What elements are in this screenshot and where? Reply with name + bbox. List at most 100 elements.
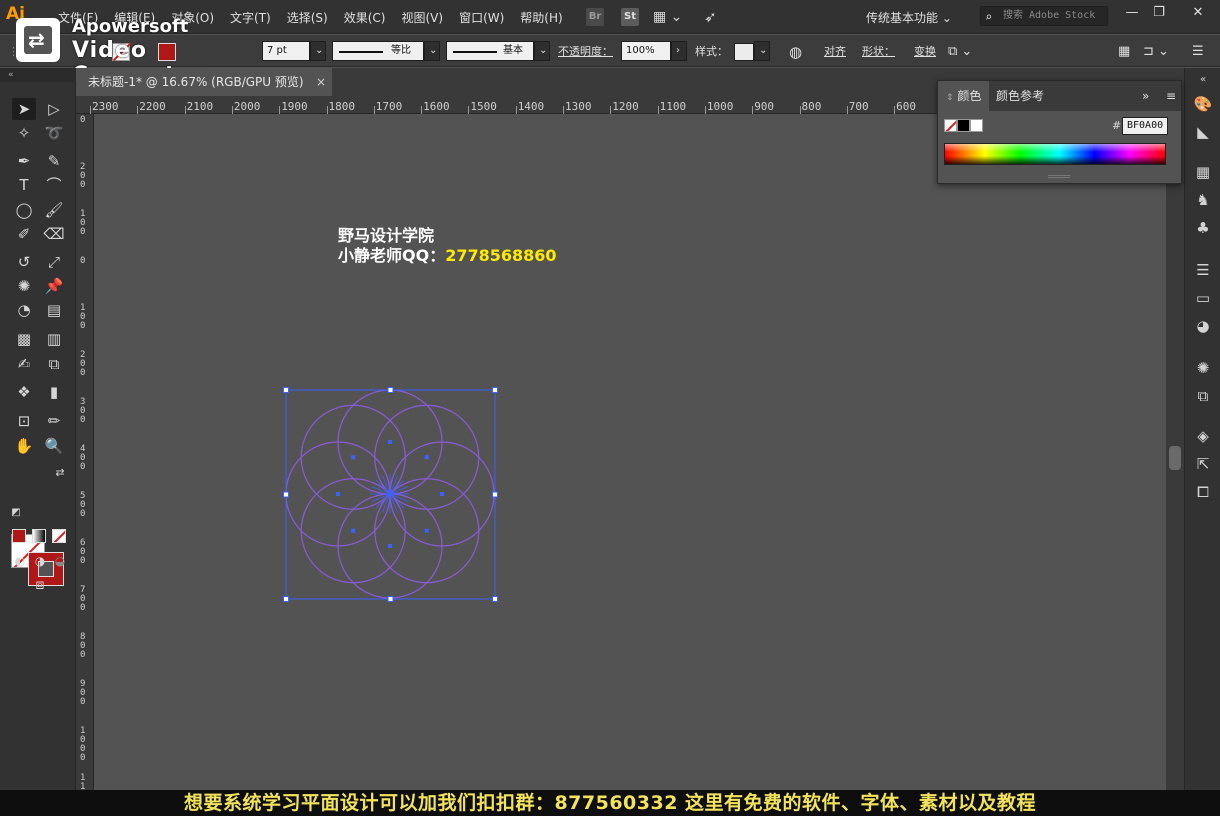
puppet-warp-tool-icon[interactable]: 📌 [42, 275, 66, 297]
minimize-button[interactable]: — [1118, 4, 1146, 22]
resize-handle[interactable] [492, 491, 498, 498]
stock-button[interactable]: St [621, 6, 639, 28]
align-button[interactable]: 对齐 [824, 42, 846, 62]
artboard-tool-icon[interactable]: ⊡ [12, 410, 36, 432]
panel-resize-grip-icon[interactable] [1048, 175, 1070, 178]
draw-inside-icon[interactable]: ◒ [48, 550, 72, 572]
gradient-mode-button[interactable] [32, 529, 46, 543]
eraser-tool-icon[interactable]: ⌫ [42, 223, 66, 245]
canvas[interactable] [94, 114, 1166, 790]
screen-mode-icon[interactable]: ⧈ [28, 574, 52, 596]
appearance-panel-icon[interactable]: ✺ [1193, 358, 1213, 378]
expand-panels-icon[interactable]: « [1193, 70, 1213, 90]
blend-tool-icon[interactable]: ⧉ [42, 353, 66, 375]
panel-options-icon[interactable]: ≡ [1158, 81, 1184, 111]
pen-tool-icon[interactable]: ✒ [12, 150, 36, 172]
recolor-artwork-icon[interactable]: ◍ [789, 42, 802, 62]
none-swatch[interactable] [944, 119, 957, 132]
gradient-tool-icon[interactable]: ▥ [42, 328, 66, 350]
brush-definition[interactable]: 基本 [446, 41, 534, 61]
resize-handle[interactable] [387, 596, 394, 602]
shaper-tool-icon[interactable]: ✐ [12, 223, 36, 245]
opacity-field[interactable]: 100% [621, 41, 671, 61]
rotate-tool-icon[interactable]: ↺ [12, 251, 36, 273]
graphic-style-swatch[interactable] [734, 43, 754, 61]
hand-tool-icon[interactable]: ✋ [12, 435, 36, 457]
magic-wand-tool-icon[interactable]: ✧ [12, 122, 36, 144]
tab-color[interactable]: ⇕ 颜色 [938, 81, 990, 111]
warp-tool-icon[interactable]: ✺ [12, 275, 36, 297]
symbols-icon[interactable]: ♣ [1193, 218, 1213, 238]
line-tool-icon[interactable]: ⌒ [42, 174, 66, 196]
collapse-panel-icon[interactable]: » [1134, 81, 1157, 111]
isolate-icon[interactable]: ⧉ ⌄ [948, 42, 972, 62]
resize-handle[interactable] [492, 596, 498, 602]
menu-item-8[interactable]: 帮助(H) [512, 9, 570, 26]
color-guide-icon[interactable]: ◣ [1193, 122, 1213, 142]
zoom-tool-icon[interactable]: 🔍 [42, 435, 66, 457]
ellipse-tool-icon[interactable]: ◯ [12, 199, 36, 221]
slice-tool-icon[interactable]: ✏ [42, 410, 66, 432]
collapse-tools-icon[interactable]: « [0, 68, 76, 82]
arrange-icon[interactable]: ▦ [1118, 42, 1130, 62]
gpu-performance-button[interactable]: ➶ [704, 6, 717, 28]
restore-button[interactable]: ❐ [1145, 4, 1173, 22]
flower-rosette[interactable] [285, 389, 495, 599]
resize-handle[interactable] [283, 596, 289, 602]
asset-export-icon[interactable]: ⇱ [1193, 454, 1213, 474]
distribute-icon[interactable]: ⊐ ⌄ [1143, 42, 1169, 62]
transparency-panel-icon[interactable]: ◕ [1193, 316, 1213, 336]
black-swatch[interactable] [957, 119, 970, 132]
eyedropper-tool-icon[interactable]: ✍ [12, 353, 36, 375]
brushes-icon[interactable]: ♞ [1193, 190, 1213, 210]
mesh-tool-icon[interactable]: ▩ [12, 328, 36, 350]
none-mode-button[interactable] [52, 529, 66, 543]
default-fill-stroke-icon[interactable]: ◩ [4, 502, 28, 524]
color-panel-icon[interactable]: 🎨 [1193, 94, 1213, 114]
direct-selection-tool-icon[interactable]: ▷ [42, 98, 66, 120]
transform-button[interactable]: 变换 [914, 42, 936, 62]
hex-value-field[interactable]: BF0A00 [1122, 117, 1168, 135]
close-tab-icon[interactable]: × [316, 68, 326, 96]
layers-panel-icon[interactable]: ◈ [1193, 426, 1213, 446]
type-tool-icon[interactable]: T [12, 174, 36, 196]
stroke-weight-dropdown[interactable]: ⌄ [310, 41, 326, 61]
opacity-label[interactable]: 不透明度： [558, 42, 613, 62]
vertical-ruler[interactable]: 0 200 100 0 100 200 300 400 500 600 700 800 900 1000 1… [76, 114, 94, 810]
lasso-tool-icon[interactable]: ➰ [42, 122, 66, 144]
shape-button[interactable]: 形状： [862, 42, 895, 62]
brush-dropdown[interactable]: ⌄ [534, 41, 550, 61]
menu-item-6[interactable]: 视图(V) [393, 9, 451, 26]
close-window-button[interactable]: ✕ [1184, 4, 1212, 22]
shape-builder-tool-icon[interactable]: ◔ [12, 299, 36, 321]
curvature-tool-icon[interactable]: ✎ [42, 150, 66, 172]
stock-search-input[interactable]: ⌕ 搜索 Adobe Stock [980, 6, 1108, 26]
panel-menu-icon[interactable]: ☰ [1192, 42, 1204, 62]
bridge-button[interactable]: Br [586, 6, 604, 28]
arrange-documents-button[interactable]: ▦ ⌄ [653, 6, 682, 28]
paintbrush-tool-icon[interactable]: 🖌 [42, 199, 66, 221]
menu-item-5[interactable]: 效果(C) [336, 9, 394, 26]
resize-handle[interactable] [283, 491, 289, 498]
swatches-icon[interactable]: ▦ [1193, 162, 1213, 182]
color-spectrum[interactable] [944, 143, 1166, 165]
scale-tool-icon[interactable]: ⤢ [42, 251, 66, 273]
perspective-grid-tool-icon[interactable]: ▤ [42, 299, 66, 321]
workspace-switcher[interactable]: 传统基本功能 ⌄ [866, 9, 952, 26]
menu-item-4[interactable]: 选择(S) [279, 9, 336, 26]
gradient-panel-icon[interactable]: ▭ [1193, 288, 1213, 308]
menu-item-7[interactable]: 窗口(W) [451, 9, 512, 26]
document-tab[interactable]: 未标题-1* @ 16.67% (RGB/GPU 预览) × [76, 68, 332, 96]
profile-dropdown[interactable]: ⌄ [424, 41, 440, 61]
resize-handle[interactable] [387, 387, 394, 393]
resize-handle[interactable] [492, 387, 498, 393]
tab-color-guide[interactable]: 颜色参考 [988, 81, 1052, 111]
stroke-panel-icon[interactable]: ☰ [1193, 260, 1213, 280]
color-mode-button[interactable] [12, 529, 26, 543]
style-dropdown[interactable]: ⌄ [754, 41, 770, 61]
white-swatch[interactable] [970, 119, 983, 132]
symbol-sprayer-tool-icon[interactable]: ❖ [12, 381, 36, 403]
vertical-scrollbar[interactable] [1166, 96, 1184, 790]
resize-handle[interactable] [283, 387, 289, 393]
selection-tool-icon[interactable]: ➤ [12, 98, 36, 120]
